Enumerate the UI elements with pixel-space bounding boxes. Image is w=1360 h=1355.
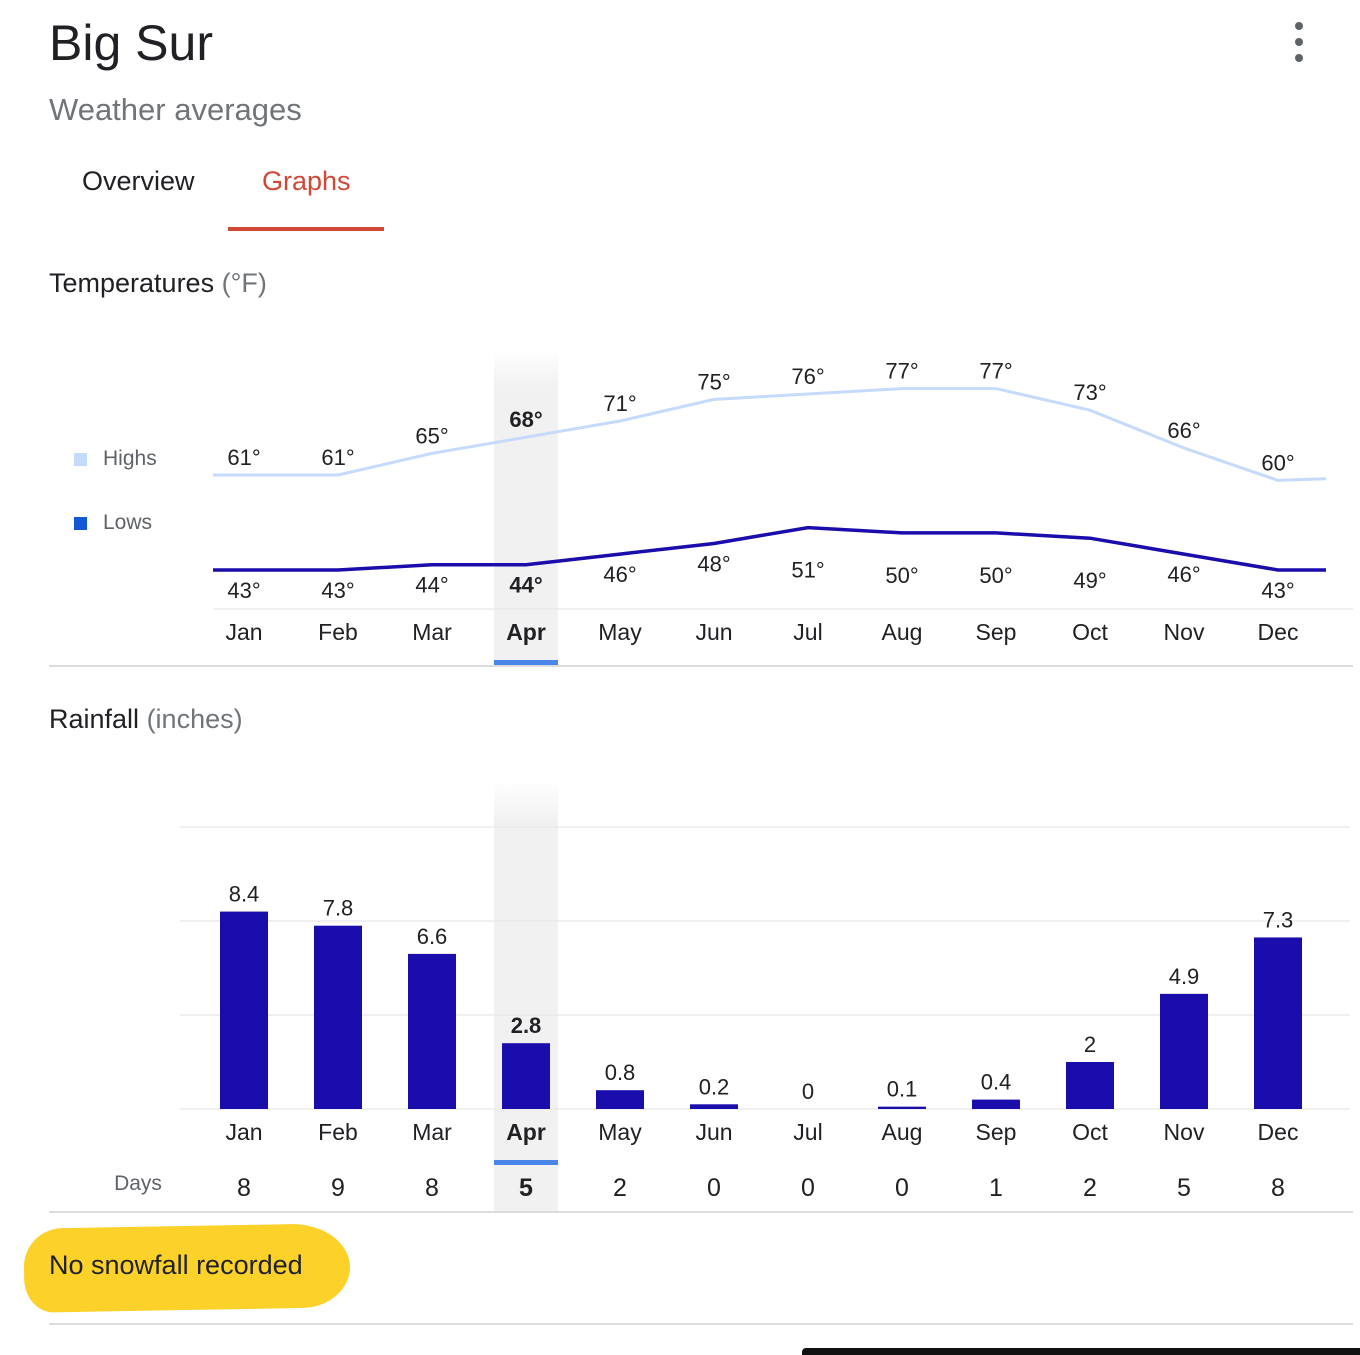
- rain-bar: [596, 1090, 644, 1109]
- month-tick-label: Apr: [506, 1119, 546, 1145]
- rainfall-divider: [49, 1211, 1353, 1213]
- month-tick-label: Jan: [225, 619, 262, 645]
- rain-value-label: 0.4: [981, 1070, 1012, 1095]
- rain-days-value: 9: [331, 1174, 345, 1202]
- rain-days-value: 1: [989, 1174, 1003, 1202]
- lows-data-label: 43°: [321, 578, 354, 603]
- highs-data-label: 73°: [1073, 380, 1106, 405]
- month-tick-label: Dec: [1258, 1119, 1299, 1145]
- lows-data-label: 48°: [697, 552, 730, 577]
- month-tick-label: Jan: [225, 1119, 262, 1145]
- rain-bar: [690, 1104, 738, 1109]
- rain-bar: [1254, 937, 1302, 1109]
- lows-data-label: 49°: [1073, 568, 1106, 593]
- month-tick-label: Oct: [1072, 1119, 1108, 1145]
- rain-days-value: 5: [519, 1174, 533, 1202]
- month-tick-label: Apr: [506, 619, 546, 645]
- highs-data-label: 77°: [885, 359, 918, 384]
- month-tick-label: Mar: [412, 1119, 452, 1145]
- lows-data-label: 44°: [509, 573, 542, 598]
- month-tick-label: Dec: [1258, 619, 1299, 645]
- highs-data-label: 60°: [1261, 450, 1294, 475]
- highs-data-label: 66°: [1167, 418, 1200, 443]
- month-tick-label: Jun: [695, 619, 732, 645]
- lows-line: [213, 525, 1326, 572]
- rain-days-value: 2: [1083, 1174, 1097, 1202]
- rain-days-value: 2: [613, 1174, 627, 1202]
- highs-data-label: 61°: [227, 445, 260, 470]
- highs-data-label: 61°: [321, 445, 354, 470]
- rain-value-label: 0.2: [699, 1074, 730, 1099]
- month-tick-label: May: [598, 1119, 642, 1145]
- month-tick-label: Mar: [412, 619, 452, 645]
- rain-value-label: 8.4: [229, 882, 260, 907]
- rain-bar: [408, 953, 456, 1109]
- days-label: Days: [114, 1172, 162, 1195]
- rain-days-value: 8: [237, 1174, 251, 1202]
- month-tick-label: Jul: [793, 619, 822, 645]
- rainfall-chart: 8.4 7.8 6.6 2.8 0.8 0.2 0 0.1 0.4 2 4.9 7.3 Jan Feb Ma…: [114, 780, 1350, 1212]
- highs-data-label: 76°: [791, 364, 824, 389]
- lows-data-label: 50°: [979, 563, 1012, 588]
- rain-value-label: 0: [802, 1079, 814, 1104]
- selected-month-marker: [494, 1160, 558, 1165]
- month-tick-label: Nov: [1164, 619, 1205, 645]
- rain-value-label: 4.9: [1169, 964, 1200, 989]
- month-tick-label: Feb: [318, 1119, 358, 1145]
- rain-days-value: 0: [895, 1174, 909, 1202]
- home-indicator: [802, 1348, 1360, 1355]
- highs-data-label: 65°: [415, 423, 448, 448]
- rain-bar: [1160, 993, 1208, 1109]
- month-tick-label: Nov: [1164, 1119, 1205, 1145]
- month-tick-label: Jul: [793, 1119, 822, 1145]
- rain-bar: [220, 911, 268, 1109]
- selected-column-highlight: [494, 780, 558, 1212]
- selected-column-highlight: [494, 350, 558, 664]
- highs-data-label: 75°: [697, 369, 730, 394]
- rain-bar: [314, 925, 362, 1109]
- lows-data-label: 46°: [603, 562, 636, 587]
- rain-bar: [972, 1099, 1020, 1109]
- rain-days-value: 8: [1271, 1174, 1285, 1202]
- snowfall-note: No snowfall recorded: [49, 1250, 303, 1280]
- rain-value-label: 6.6: [417, 924, 448, 949]
- highs-line: [213, 387, 1327, 482]
- lows-data-label: 51°: [791, 558, 824, 583]
- lows-data-label: 43°: [227, 578, 260, 603]
- temperature-chart: 61° 61° 65° 68° 71° 75° 76° 77° 77° 73° 66° 60° 43° 4…: [213, 350, 1353, 666]
- highs-data-label: 68°: [509, 407, 542, 432]
- lows-data-label: 46°: [1167, 562, 1200, 587]
- month-tick-label: Sep: [976, 1119, 1017, 1145]
- month-tick-label: May: [598, 619, 642, 645]
- month-tick-label: Feb: [318, 619, 358, 645]
- month-tick-label: Sep: [976, 619, 1017, 645]
- lows-data-label: 50°: [885, 563, 918, 588]
- rain-days-value: 0: [707, 1174, 721, 1202]
- month-tick-label: Jun: [695, 1119, 732, 1145]
- snowfall-divider: [49, 1323, 1353, 1325]
- month-tick-label: Oct: [1072, 619, 1108, 645]
- rain-days-value: 8: [425, 1174, 439, 1202]
- rain-days-value: 0: [801, 1174, 815, 1202]
- rain-value-label: 7.8: [323, 896, 354, 921]
- month-tick-label: Aug: [882, 619, 923, 645]
- rain-bar: [878, 1106, 926, 1109]
- rain-value-label: 0.8: [605, 1060, 636, 1085]
- highs-data-label: 71°: [603, 391, 636, 416]
- rain-value-label: 2.8: [511, 1013, 542, 1038]
- rain-value-label: 2: [1084, 1032, 1096, 1057]
- rain-value-label: 7.3: [1263, 907, 1294, 932]
- rain-value-label: 0.1: [887, 1077, 918, 1102]
- lows-data-label: 43°: [1261, 578, 1294, 603]
- lows-data-label: 44°: [415, 573, 448, 598]
- highs-data-label: 77°: [979, 359, 1012, 384]
- month-tick-label: Aug: [882, 1119, 923, 1145]
- rain-bar: [502, 1043, 550, 1109]
- rain-bar: [1066, 1062, 1114, 1109]
- rain-days-value: 5: [1177, 1174, 1191, 1202]
- temperature-divider: [49, 665, 1353, 667]
